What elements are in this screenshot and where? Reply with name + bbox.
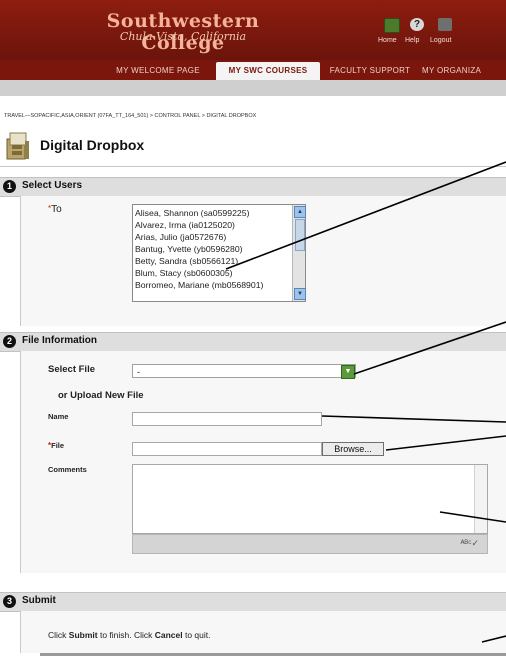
name-input[interactable]: [132, 412, 322, 426]
instr-text: to quit.: [182, 630, 211, 640]
step-select-users: 1 Select Users: [0, 177, 506, 197]
step-file-information: 2 File Information: [0, 332, 506, 352]
header-banner: Southwestern College Chula Vista, Califo…: [0, 0, 506, 60]
scroll-up-icon[interactable]: ▲: [294, 206, 306, 218]
step-label: File Information: [22, 335, 97, 346]
tab-my-swc-courses[interactable]: MY SWC COURSES: [216, 62, 320, 80]
help-icon[interactable]: ?: [410, 18, 424, 31]
list-item[interactable]: Borromeo, Mariane (mb0568901): [135, 279, 263, 291]
scroll-down-icon[interactable]: ▼: [294, 288, 306, 300]
step-number: 3: [3, 595, 16, 608]
tab-my-organizations[interactable]: MY ORGANIZA: [422, 62, 506, 80]
top-utility-links: ? Home Help Logout: [378, 18, 506, 50]
select-file-label: Select File: [48, 364, 95, 375]
tab-my-welcome-page[interactable]: MY WELCOME PAGE: [110, 62, 206, 80]
instr-text: to finish. Click: [97, 630, 155, 640]
chevron-down-icon[interactable]: ▼: [341, 365, 355, 379]
logout-icon[interactable]: [438, 18, 452, 31]
upload-new-file-label: or Upload New File: [58, 390, 144, 401]
file-path-input[interactable]: [132, 442, 322, 456]
list-item[interactable]: Betty, Sandra (sb0566121): [135, 255, 238, 267]
file-label: *File: [48, 441, 64, 450]
step-label: Select Users: [22, 180, 83, 191]
list-item[interactable]: Blum, Stacy (sb0600305): [135, 267, 233, 279]
step-submit: 3 Submit: [0, 592, 506, 612]
name-label: Name: [48, 412, 69, 421]
select-file-dropdown[interactable]: - ▼: [132, 364, 356, 379]
tab-faculty-support[interactable]: FACULTY SUPPORT: [326, 62, 414, 80]
step-number: 2: [3, 335, 16, 348]
submit-instructions: Click Submit to finish. Click Cancel to …: [48, 630, 211, 640]
instr-cancel-word: Cancel: [154, 630, 183, 640]
dropbox-icon: [4, 131, 32, 161]
home-link[interactable]: Home: [378, 37, 397, 44]
users-listbox[interactable]: Alisea, Shannon (sa0599225) Alvarez, Irm…: [132, 204, 306, 302]
to-label: *To: [48, 204, 62, 215]
instr-text: Click: [48, 630, 69, 640]
main-nav: MY WELCOME PAGE MY SWC COURSES FACULTY S…: [0, 60, 506, 80]
list-item[interactable]: Alisea, Shannon (sa0599225): [135, 207, 249, 219]
scroll-thumb[interactable]: [295, 219, 305, 251]
page-title: Digital Dropbox: [40, 137, 145, 153]
list-item[interactable]: Bantug, Yvette (yb0596280): [135, 243, 243, 255]
list-item[interactable]: Arias, Julio (ja0572676): [135, 231, 226, 243]
listbox-scrollbar[interactable]: ▲ ▼: [292, 205, 306, 301]
logout-link[interactable]: Logout: [430, 37, 451, 44]
spellcheck-icon[interactable]: ᴬᴮᶜ✓: [460, 538, 479, 549]
home-icon[interactable]: [384, 18, 400, 33]
bottom-divider: [40, 653, 506, 656]
file-label-text: File: [51, 441, 65, 450]
select-file-value: -: [137, 367, 140, 377]
nav-subband: [0, 80, 506, 96]
step-label: Submit: [22, 595, 56, 606]
breadcrumb[interactable]: TRAVEL—SOPACIFIC,ASIA,ORIENT (07FA_TT_16…: [4, 113, 256, 119]
comments-scrollbar[interactable]: [474, 465, 487, 533]
college-logo[interactable]: Southwestern College Chula Vista, Califo…: [90, 10, 276, 54]
comments-textarea[interactable]: [132, 464, 488, 534]
list-item[interactable]: Alvarez, Irma (ia0125020): [135, 219, 235, 231]
browse-button[interactable]: Browse...: [322, 442, 384, 456]
logo-subtitle: Chula Vista, California: [119, 30, 247, 43]
help-link[interactable]: Help: [405, 37, 419, 44]
comments-label: Comments: [48, 465, 87, 474]
step-number: 1: [3, 180, 16, 193]
instr-submit-word: Submit: [68, 630, 98, 640]
title-divider: [0, 166, 506, 167]
comments-toolbar: ᴬᴮᶜ✓: [132, 534, 488, 554]
to-label-text: To: [51, 204, 62, 215]
